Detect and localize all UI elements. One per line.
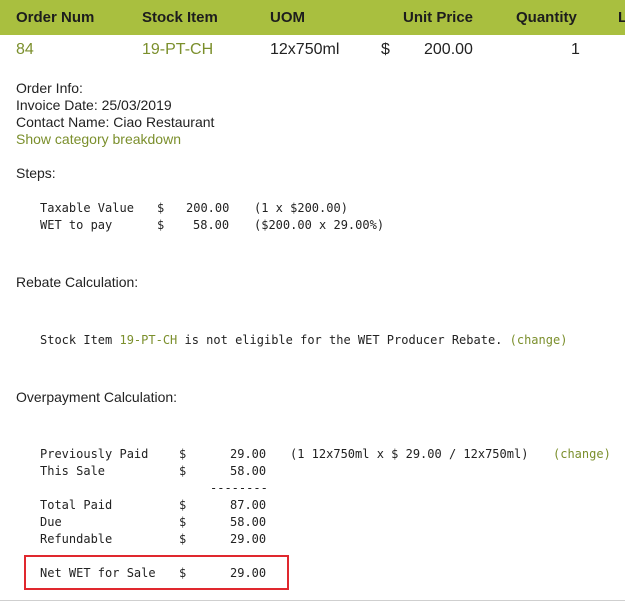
due-currency: $ [179,515,187,529]
header-order-num[interactable]: Order Num [16,9,94,26]
table-header: Order Num Stock Item UOM Unit Price Quan… [0,0,625,35]
rebate-message: Stock Item 19-PT-CH is not eligible for … [40,333,567,347]
wet-to-pay-note: ($200.00 x 29.00%) [254,218,385,232]
bottom-divider [0,600,625,601]
header-quantity[interactable]: Quantity [516,9,577,26]
quantity-cell: 1 [571,41,580,58]
net-wet-label: Net WET for Sale [40,566,156,580]
taxable-value-note: (1 x $200.00) [254,201,348,215]
wet-to-pay-currency: $ [157,218,165,232]
rebate-prefix: Stock Item [40,333,120,347]
unit-price-currency: $ [381,41,390,58]
refundable-label: Refundable [40,532,113,546]
overpayment-heading: Overpayment Calculation: [16,389,178,405]
due-label: Due [40,515,62,529]
separator-line: -------- [210,481,268,495]
total-paid-amount: 87.00 [230,498,267,512]
contact-name: Contact Name: Ciao Restaurant [16,114,215,130]
header-unit-price[interactable]: Unit Price [403,9,473,26]
this-sale-currency: $ [179,464,187,478]
show-category-breakdown-link[interactable]: Show category breakdown [16,131,181,147]
this-sale-label: This Sale [40,464,106,478]
taxable-value-label: Taxable Value [40,201,134,215]
previously-paid-amount: 29.00 [230,447,267,461]
rebate-suffix: is not eligible for the WET Producer Reb… [177,333,510,347]
stock-item-cell[interactable]: 19-PT-CH [142,41,213,59]
wet-to-pay-amount: 58.00 [193,218,230,232]
steps-heading: Steps: [16,165,56,181]
previously-paid-label: Previously Paid [40,447,149,461]
header-cut-off[interactable]: L [618,9,625,26]
this-sale-amount: 58.00 [230,464,267,478]
invoice-date: Invoice Date: 25/03/2019 [16,97,172,113]
refundable-amount: 29.00 [230,532,267,546]
net-wet-currency: $ [179,566,187,580]
order-num-cell[interactable]: 84 [16,41,34,59]
taxable-value-amount: 200.00 [186,201,230,215]
due-amount: 58.00 [230,515,267,529]
previously-paid-note: (1 12x750ml x $ 29.00 / 12x750ml) [290,447,529,461]
total-paid-currency: $ [179,498,187,512]
rebate-stock-item-link[interactable]: 19-PT-CH [119,333,177,347]
rebate-change-link[interactable]: (change) [510,333,568,347]
order-info-heading: Order Info: [16,80,83,96]
rebate-heading: Rebate Calculation: [16,274,139,290]
previously-paid-currency: $ [179,447,187,461]
previously-paid-change-link[interactable]: (change) [553,447,611,461]
net-wet-amount: 29.00 [230,566,267,580]
header-uom[interactable]: UOM [270,9,305,26]
header-stock-item[interactable]: Stock Item [142,9,218,26]
wet-to-pay-label: WET to pay [40,218,113,232]
taxable-value-currency: $ [157,201,165,215]
refundable-currency: $ [179,532,187,546]
uom-cell: 12x750ml [270,41,340,58]
unit-price-cell: 200.00 [424,41,473,58]
total-paid-label: Total Paid [40,498,113,512]
